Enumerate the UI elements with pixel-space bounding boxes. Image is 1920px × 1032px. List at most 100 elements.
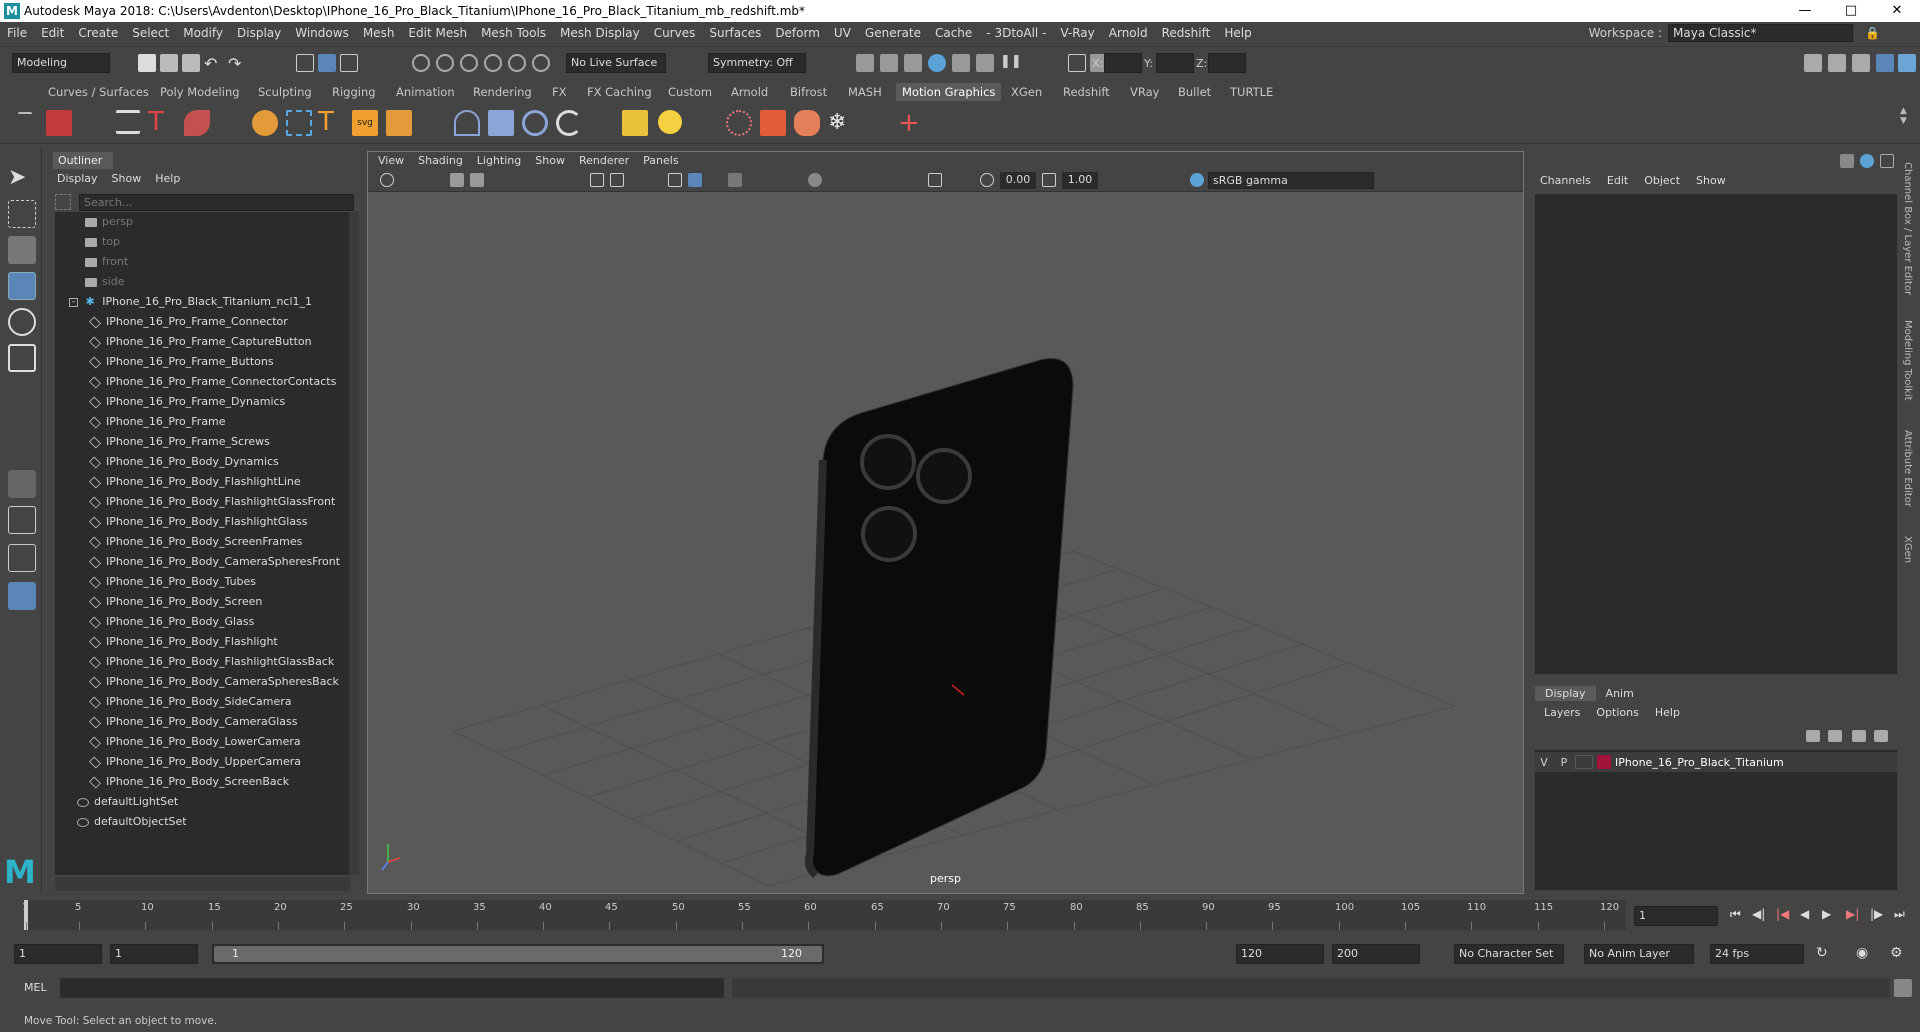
particle-icon[interactable]: [726, 110, 752, 136]
tree-item-mesh[interactable]: IPhone_16_Pro_Body_FlashlightGlass: [55, 512, 350, 532]
new-scene-icon[interactable]: [138, 54, 156, 72]
snap-curve-icon[interactable]: [436, 54, 454, 72]
film-gate-icon[interactable]: [610, 173, 624, 187]
auto-key-icon[interactable]: ◉: [1856, 945, 1874, 963]
shelf-menu-icon[interactable]: [18, 112, 32, 126]
tree-item-mesh[interactable]: IPhone_16_Pro_Body_CameraSpheresFront: [55, 552, 350, 572]
menu-help[interactable]: Help: [1217, 26, 1258, 40]
viewport-panel[interactable]: View Shading Lighting Show Renderer Pane…: [367, 151, 1524, 894]
align-yellow-icon[interactable]: [622, 110, 648, 136]
character-set-dropdown[interactable]: No Character Set: [1454, 944, 1564, 964]
menu-deform[interactable]: Deform: [768, 26, 827, 40]
menu-vray[interactable]: V-Ray: [1053, 26, 1101, 40]
tree-item-mesh[interactable]: IPhone_16_Pro_Frame_Connector: [55, 312, 350, 332]
tshirt-icon[interactable]: [760, 110, 786, 136]
shelf-tab-custom[interactable]: Custom: [668, 85, 712, 99]
layer-row[interactable]: V P IPhone_16_Pro_Black_Titanium: [1535, 752, 1897, 772]
sidebar-toggle-icon[interactable]: [1804, 54, 1822, 72]
shelf-tab-poly-modeling[interactable]: Poly Modeling: [160, 85, 240, 99]
menu-mesh[interactable]: Mesh: [356, 26, 402, 40]
outliner-vertical-scrollbar[interactable]: [349, 212, 359, 875]
shelf-tab-fx[interactable]: FX: [552, 85, 567, 99]
layer-visibility-toggle[interactable]: V: [1535, 756, 1553, 769]
render-settings-icon[interactable]: [928, 54, 946, 72]
channel-lock-icon[interactable]: [1860, 154, 1874, 168]
shelf-tab-turtle[interactable]: TURTLE: [1230, 85, 1273, 99]
rotate-tool-icon[interactable]: [8, 308, 36, 336]
isolate-select-icon[interactable]: [928, 173, 942, 187]
outliner-menu-help[interactable]: Help: [155, 172, 180, 185]
select-camera-icon[interactable]: [380, 173, 394, 187]
attribute-editor-icon[interactable]: [1852, 54, 1870, 72]
textured-icon[interactable]: [728, 173, 742, 187]
save-scene-icon[interactable]: [182, 54, 200, 72]
new-layer-selected-icon[interactable]: [1874, 730, 1888, 742]
script-editor-icon[interactable]: [1894, 979, 1912, 997]
two-view-icon[interactable]: [8, 544, 36, 572]
layer-type-box[interactable]: [1575, 755, 1593, 769]
viewport-menu-show[interactable]: Show: [535, 152, 565, 170]
svg-icon[interactable]: svg: [352, 110, 378, 136]
current-frame-field[interactable]: 1: [1634, 906, 1718, 926]
anim-layer-dropdown[interactable]: No Anim Layer: [1584, 944, 1694, 964]
shelf-scroll-icon[interactable]: ▲ ▼: [1900, 106, 1912, 140]
menu-mesh-tools[interactable]: Mesh Tools: [474, 26, 553, 40]
brush-icon[interactable]: [184, 110, 210, 136]
snowflake-icon[interactable]: ❄: [828, 110, 854, 136]
side-tab-modeling-toolkit[interactable]: Modeling Toolkit: [1902, 320, 1913, 401]
tree-item-set[interactable]: defaultObjectSet: [55, 812, 350, 832]
gamma-field[interactable]: 1.00: [1062, 172, 1098, 189]
menu-curves[interactable]: Curves: [647, 26, 703, 40]
outliner-menu-display[interactable]: Display: [57, 172, 98, 185]
color-management-icon[interactable]: [1190, 173, 1204, 187]
filter-icon[interactable]: [55, 194, 71, 210]
redo-icon[interactable]: ↷: [228, 54, 246, 73]
bookmark-icon[interactable]: [470, 173, 484, 187]
tab-anim[interactable]: Anim: [1596, 686, 1644, 701]
modeling-toolkit-icon[interactable]: [1828, 54, 1846, 72]
symmetry-dropdown[interactable]: Symmetry: Off: [708, 53, 806, 73]
tree-item-mesh[interactable]: IPhone_16_Pro_Body_Flashlight: [55, 632, 350, 652]
select-hierarchy-icon[interactable]: [296, 54, 314, 72]
sphere-orange-icon[interactable]: [252, 110, 278, 136]
single-perspective-icon[interactable]: [8, 470, 36, 498]
live-surface-field[interactable]: No Live Surface: [566, 53, 666, 73]
step-back-key-icon[interactable]: ◀|: [1752, 907, 1770, 925]
tree-item-mesh[interactable]: IPhone_16_Pro_Frame_Screws: [55, 432, 350, 452]
tree-item-camera[interactable]: top: [55, 232, 350, 252]
move-tool-icon[interactable]: [8, 272, 36, 300]
scale-tool-icon[interactable]: [8, 344, 36, 372]
shelf-tab-rendering[interactable]: Rendering: [473, 85, 532, 99]
shelf-tab-sculpting[interactable]: Sculpting: [258, 85, 312, 99]
animation-prefs-icon[interactable]: ⚙: [1890, 945, 1908, 963]
shelf-tab-animation[interactable]: Animation: [396, 85, 455, 99]
ipr-render-icon[interactable]: [904, 54, 922, 72]
shelf-tab-bifrost[interactable]: Bifrost: [790, 85, 827, 99]
menu-surfaces[interactable]: Surfaces: [702, 26, 768, 40]
tree-item-set[interactable]: defaultLightSet: [55, 792, 350, 812]
viewport-menu-lighting[interactable]: Lighting: [477, 152, 521, 170]
color-space-dropdown[interactable]: sRGB gamma: [1208, 172, 1374, 189]
smooth-shade-icon[interactable]: [688, 173, 702, 187]
render-sequence-icon[interactable]: [880, 54, 898, 72]
menu-display[interactable]: Display: [230, 26, 288, 40]
tree-item-mesh[interactable]: IPhone_16_Pro_Body_CameraGlass: [55, 712, 350, 732]
playback-end-field[interactable]: 120: [1236, 944, 1324, 964]
tree-item-group[interactable]: - ✱ IPhone_16_Pro_Black_Titanium_ncl1_1: [55, 292, 350, 312]
tree-item-mesh[interactable]: IPhone_16_Pro_Body_FlashlightGlassBack: [55, 652, 350, 672]
viewport-menu-view[interactable]: View: [378, 152, 404, 170]
x-field[interactable]: [1104, 53, 1142, 73]
outliner-layout-icon[interactable]: [8, 582, 36, 610]
open-scene-icon[interactable]: [160, 54, 178, 72]
shelf-tab-curves-surfaces[interactable]: Curves / Surfaces: [48, 85, 149, 99]
grid-icon[interactable]: [590, 173, 604, 187]
channel-menu-edit[interactable]: Edit: [1607, 174, 1628, 187]
shelf-tab-rigging[interactable]: Rigging: [332, 85, 376, 99]
channel-settings-icon[interactable]: [1880, 154, 1894, 168]
tool-settings-icon[interactable]: [1876, 54, 1894, 72]
play-backward-icon[interactable]: ◀: [1800, 907, 1818, 925]
channel-toggle-icon[interactable]: [1840, 154, 1854, 168]
menu-3dtoall[interactable]: - 3DtoAll -: [979, 26, 1053, 40]
mash-cube-icon[interactable]: [46, 110, 72, 136]
layers-menu-layers[interactable]: Layers: [1544, 706, 1580, 719]
